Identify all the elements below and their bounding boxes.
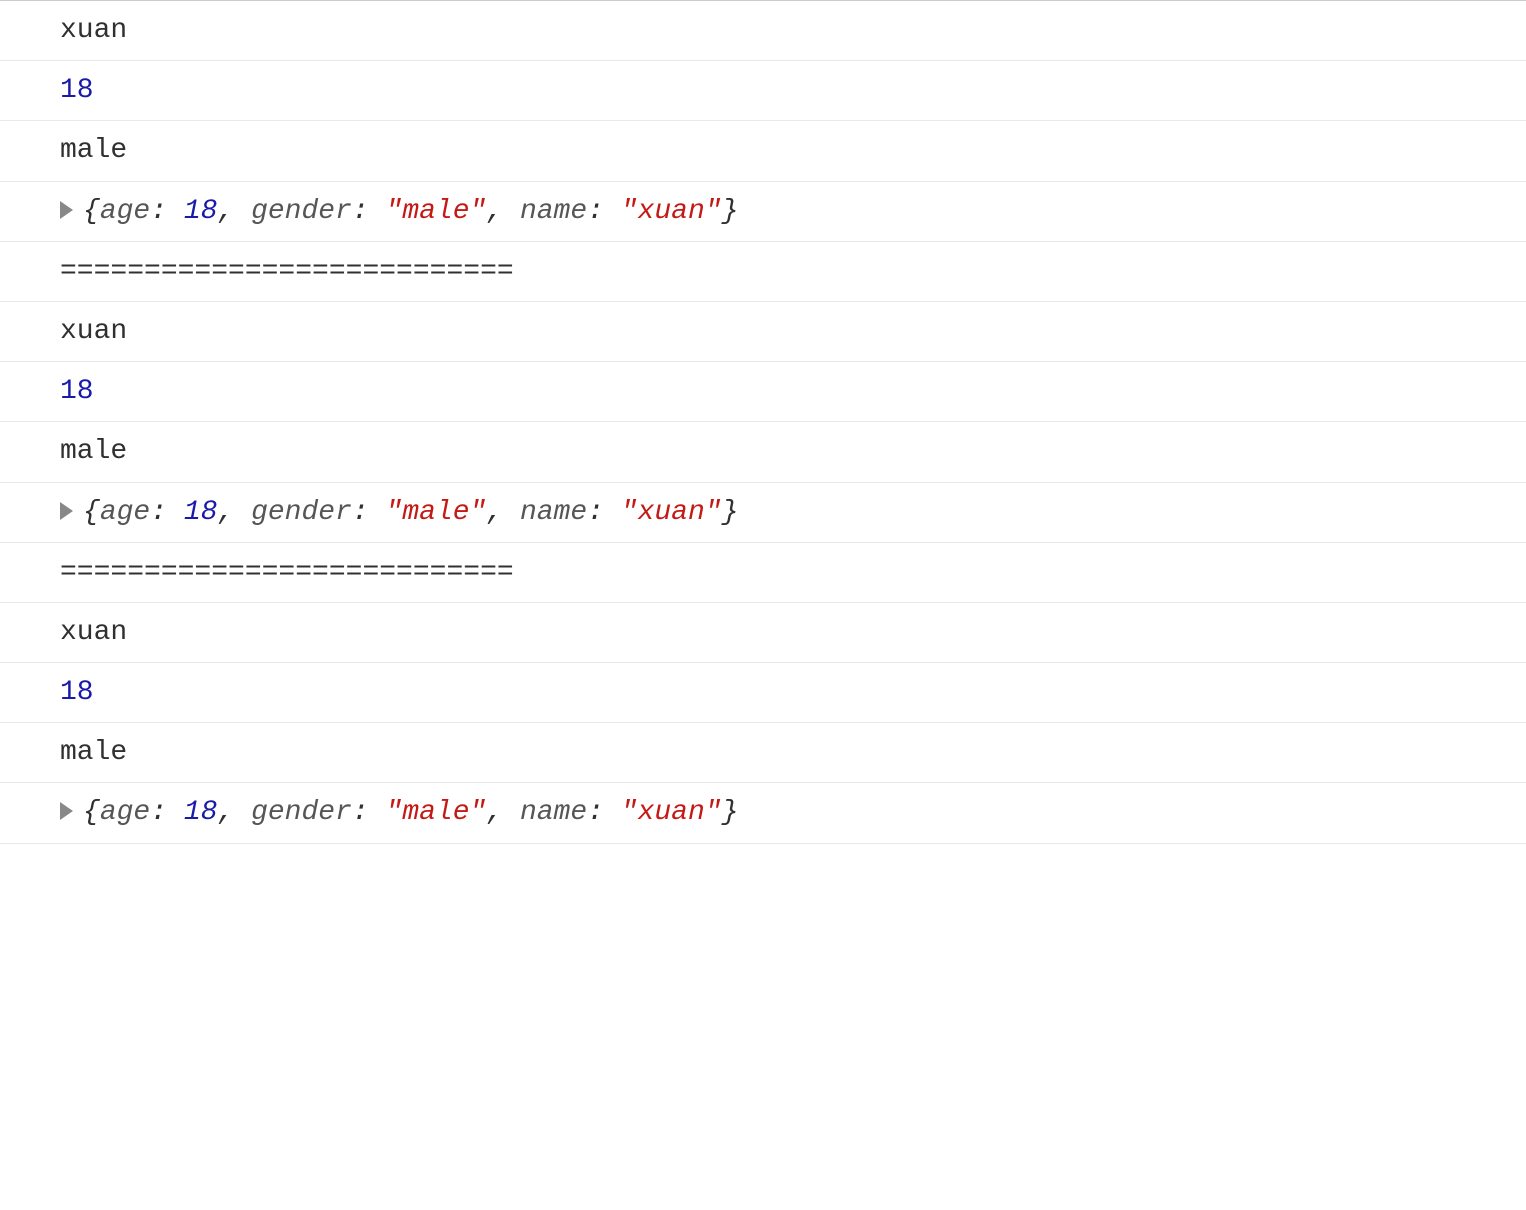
console-log-row: xuan (0, 0, 1526, 61)
console-string-value: male (60, 737, 127, 768)
object-value: 18 (184, 497, 218, 528)
console-object-preview[interactable]: {age: 18, gender: "male", name: "xuan"} (83, 196, 738, 227)
object-value: "xuan" (621, 497, 722, 528)
object-value: "male" (386, 797, 487, 828)
object-key: age (100, 797, 150, 828)
console-log-row: xuan (0, 302, 1526, 362)
console-string-value: =========================== (60, 256, 514, 287)
console-log-row: xuan (0, 603, 1526, 663)
console-string-value: xuan (60, 617, 127, 648)
console-object-preview[interactable]: {age: 18, gender: "male", name: "xuan"} (83, 497, 738, 528)
object-key: age (100, 497, 150, 528)
console-log-row: male (0, 121, 1526, 181)
console-log-row: {age: 18, gender: "male", name: "xuan"} (0, 483, 1526, 543)
object-key: gender (251, 497, 352, 528)
object-value: "male" (386, 497, 487, 528)
object-value: "male" (386, 196, 487, 227)
console-string-value: xuan (60, 15, 127, 46)
console-string-value: male (60, 436, 127, 467)
expand-triangle-icon[interactable] (60, 502, 73, 520)
object-key: name (520, 497, 587, 528)
object-value: 18 (184, 196, 218, 227)
console-string-value: =========================== (60, 557, 514, 588)
console-number-value: 18 (60, 75, 94, 106)
object-key: gender (251, 797, 352, 828)
object-key: name (520, 196, 587, 227)
console-log-row: =========================== (0, 543, 1526, 603)
console-log-row: =========================== (0, 242, 1526, 302)
object-value: 18 (184, 797, 218, 828)
console-log-row: 18 (0, 362, 1526, 422)
console-string-value: male (60, 135, 127, 166)
object-value: "xuan" (621, 196, 722, 227)
object-key: name (520, 797, 587, 828)
console-number-value: 18 (60, 677, 94, 708)
console-output: xuan 18 male {age: 18, gender: "male", name… (0, 0, 1526, 844)
console-log-row: male (0, 422, 1526, 482)
console-string-value: xuan (60, 316, 127, 347)
console-log-row: {age: 18, gender: "male", name: "xuan"} (0, 182, 1526, 242)
console-log-row: male (0, 723, 1526, 783)
object-key: gender (251, 196, 352, 227)
expand-triangle-icon[interactable] (60, 201, 73, 219)
object-key: age (100, 196, 150, 227)
console-log-row: 18 (0, 61, 1526, 121)
console-log-row: {age: 18, gender: "male", name: "xuan"} (0, 783, 1526, 843)
console-number-value: 18 (60, 376, 94, 407)
expand-triangle-icon[interactable] (60, 802, 73, 820)
console-object-preview[interactable]: {age: 18, gender: "male", name: "xuan"} (83, 797, 738, 828)
console-log-row: 18 (0, 663, 1526, 723)
object-value: "xuan" (621, 797, 722, 828)
